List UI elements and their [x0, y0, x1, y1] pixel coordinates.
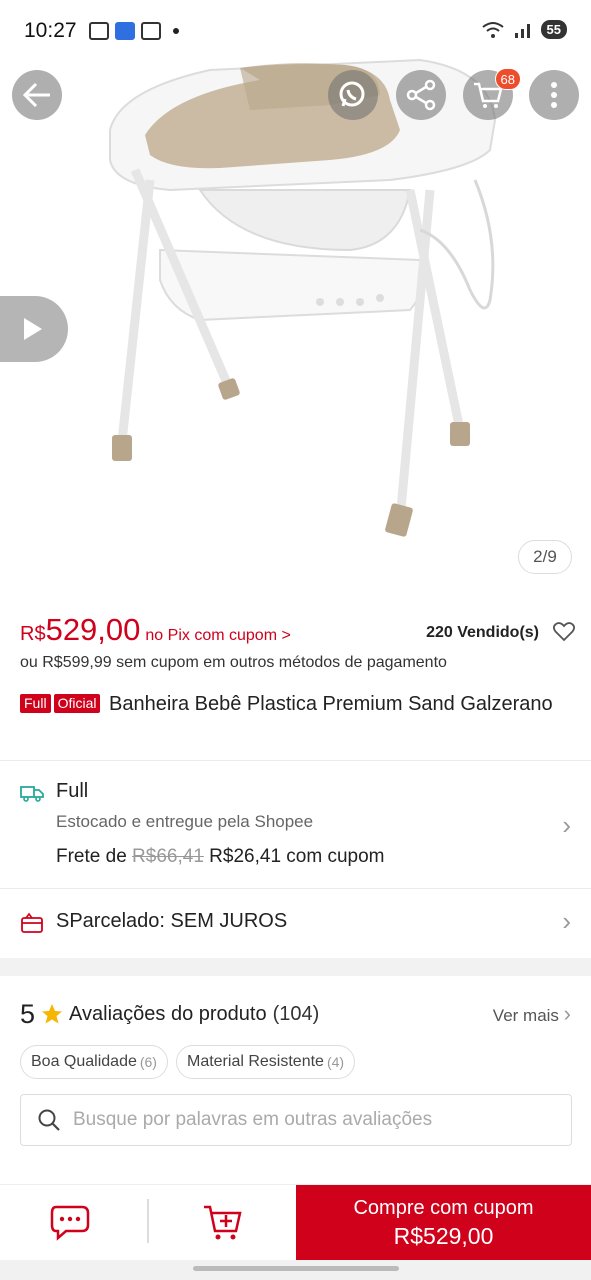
see-more-link[interactable]: Ver mais › [493, 1001, 571, 1027]
chip-count: (6) [139, 1054, 157, 1070]
status-time: 10:27 [24, 19, 77, 42]
sold-count: 220 Vendido(s) [426, 624, 539, 641]
wifi-icon [481, 21, 504, 38]
more-notifications-dot [172, 28, 179, 34]
buy-button-label: Compre com cupom [353, 1196, 534, 1219]
cart-button[interactable]: 68 [463, 68, 521, 120]
battery-indicator: 55 [540, 20, 567, 39]
truck-icon [20, 786, 44, 802]
search-icon [38, 1109, 60, 1131]
divider [0, 760, 591, 761]
chevron-right-icon: › [562, 810, 571, 840]
chevron-right-icon: › [563, 1001, 571, 1026]
product-photo-bathtub [109, 58, 497, 537]
installment-card-icon [21, 912, 43, 933]
shipping-fee-new: R$26,41 com cupom [209, 846, 385, 867]
play-icon [24, 318, 42, 340]
star-icon [42, 1004, 63, 1024]
screenshot-icon [88, 22, 109, 40]
more-options-button[interactable] [529, 70, 579, 120]
alternative-price: ou R$599,99 sem cupom em outros métodos … [20, 654, 447, 671]
add-to-cart-button[interactable] [202, 1203, 244, 1248]
chip-resistant-material[interactable]: Material Resistente (4) [175, 1045, 356, 1079]
chip-good-quality[interactable]: Boa Qualidade (6) [20, 1045, 168, 1079]
buy-with-coupon-button[interactable]: Compre com cupom R$529,00 [296, 1185, 591, 1261]
shipping-label: Full [56, 780, 89, 802]
divider [0, 888, 591, 889]
cart-count-badge: 68 [494, 68, 521, 90]
arrow-left-icon [22, 82, 50, 108]
heart-icon[interactable] [553, 622, 575, 642]
status-bar: 10:27 55 [0, 0, 591, 62]
installment-section[interactable]: SParcelado: SEM JUROS › [20, 906, 575, 938]
calendar-icon [140, 22, 161, 40]
section-separator [0, 958, 591, 976]
review-filter-chips: Boa Qualidade (6) Material Resistente (4… [20, 1045, 356, 1079]
reviews-header: 5 Avaliações do produto (104) Ver mais › [20, 996, 575, 1032]
add-to-cart-icon [204, 1205, 242, 1240]
shipping-fee-old: R$66,41 [132, 846, 204, 867]
tag-full: Full [20, 694, 51, 713]
product-title-block: Full Oficial Banheira Bebê Plastica Premi… [20, 692, 575, 717]
see-more-label: Ver mais [492, 1006, 559, 1025]
home-indicator[interactable] [193, 1266, 399, 1271]
bottom-action-bar: Compre com cupom R$529,00 [0, 1184, 591, 1261]
share-icon [406, 79, 436, 111]
chevron-right-icon: › [562, 906, 571, 936]
bottom-bar-separator [147, 1199, 149, 1243]
pix-coupon-link[interactable]: no Pix com cupom > [145, 627, 290, 645]
share-button[interactable] [396, 70, 446, 120]
tag-official: Oficial [53, 694, 101, 713]
reviews-title: Avaliações do produto [69, 1002, 267, 1025]
chip-count: (4) [326, 1054, 345, 1070]
chat-icon [50, 1205, 90, 1241]
whatsapp-icon [339, 81, 365, 107]
price-currency: R$ [20, 623, 46, 645]
shipping-fee-prefix: Frete de [56, 846, 127, 867]
shipping-fee: Frete de R$66,41 R$26,41 com cupom [56, 846, 385, 868]
chip-label: Material Resistente [186, 1053, 324, 1070]
app-notification-icon [114, 22, 135, 40]
product-title: Banheira Bebê Plastica Premium Sand Galz… [109, 693, 553, 715]
play-video-button[interactable] [0, 296, 68, 362]
whatsapp-share-button[interactable] [328, 70, 378, 120]
price-row: R$ 529,00 no Pix com cupom > 220 Vendido… [20, 612, 575, 652]
review-search-input[interactable] [73, 1109, 553, 1131]
review-search-box[interactable] [20, 1094, 572, 1146]
shipping-subtitle: Estocado e entregue pela Shopee [56, 812, 314, 831]
buy-button-price: R$529,00 [393, 1222, 494, 1249]
back-button[interactable] [12, 70, 62, 120]
reviews-count: (104) [272, 1002, 320, 1025]
status-system-icons: 55 [481, 20, 567, 39]
chip-label: Boa Qualidade [31, 1053, 137, 1070]
rating-value: 5 [20, 998, 36, 1029]
price-value: 529,00 [45, 612, 141, 647]
signal-icon [514, 23, 530, 38]
status-notification-icons [88, 22, 179, 40]
installment-label: SParcelado: SEM JUROS [56, 910, 288, 932]
image-counter: 2/9 [518, 540, 572, 574]
more-vertical-icon [551, 82, 557, 108]
chat-button[interactable] [50, 1203, 94, 1248]
